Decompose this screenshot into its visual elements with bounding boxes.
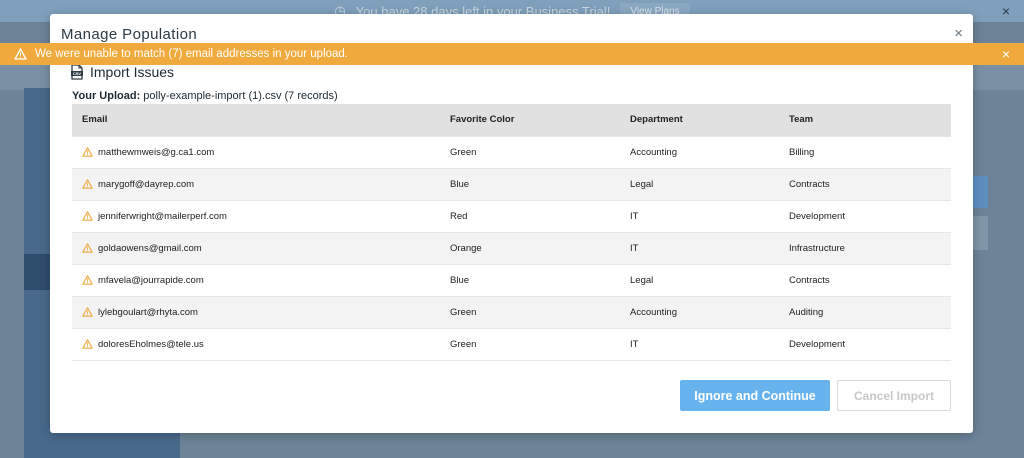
csv-document-icon: CSV	[70, 64, 84, 80]
table-row: jenniferwright@mailerperf.com Red IT Develo…	[72, 199, 951, 232]
warning-triangle-icon	[82, 339, 93, 349]
favorite-color-cell: Blue	[440, 263, 620, 296]
table-row: mfavela@jourrapide.com Blue Legal Contracts	[72, 263, 951, 296]
email-value: jenniferwright@mailerperf.com	[98, 210, 227, 222]
cancel-import-button[interactable]: Cancel Import	[837, 380, 951, 411]
favorite-color-cell: Red	[440, 199, 620, 232]
upload-filename: polly-example-import (1).csv (7 records)	[143, 90, 338, 102]
department-cell: Accounting	[620, 295, 779, 328]
email-value: goldaowens@gmail.com	[98, 242, 202, 254]
table-row: lylebgoulart@rhyta.com Green Accounting Aud…	[72, 295, 951, 328]
department-cell: IT	[620, 231, 779, 264]
table-row: doloresEholmes@tele.us Green IT Development	[72, 327, 951, 361]
svg-text:CSV: CSV	[73, 71, 82, 76]
team-cell: Development	[779, 199, 951, 232]
email-cell: lylebgoulart@rhyta.com	[72, 295, 440, 328]
warning-triangle-icon	[82, 307, 93, 317]
warning-triangle-icon	[82, 147, 93, 157]
manage-population-modal: Manage Population × CSV Import Issues Yo…	[50, 14, 973, 433]
column-header-email: Email	[72, 104, 440, 136]
close-icon[interactable]: ×	[954, 26, 963, 41]
email-value: doloresEholmes@tele.us	[98, 338, 204, 350]
ignore-and-continue-button[interactable]: Ignore and Continue	[680, 380, 830, 411]
upload-info: Your Upload: polly-example-import (1).cs…	[72, 90, 338, 102]
background-element	[972, 176, 988, 208]
warning-triangle-icon	[82, 243, 93, 253]
import-issues-table: Email Favorite Color Department Team mat…	[72, 104, 951, 361]
unmatched-emails-alert: We were unable to match (7) email addres…	[0, 43, 1024, 65]
email-value: matthewmweis@g.ca1.com	[98, 146, 215, 158]
favorite-color-cell: Green	[440, 295, 620, 328]
alert-message: We were unable to match (7) email addres…	[35, 48, 349, 60]
team-cell: Contracts	[779, 263, 951, 296]
email-cell: jenniferwright@mailerperf.com	[72, 199, 440, 232]
department-cell: Accounting	[620, 135, 779, 168]
modal-title: Manage Population	[61, 26, 198, 43]
table-header-row: Email Favorite Color Department Team	[72, 104, 951, 136]
favorite-color-cell: Green	[440, 327, 620, 361]
alert-close-icon[interactable]: ×	[1002, 46, 1010, 62]
warning-triangle-icon	[14, 48, 27, 60]
email-value: marygoff@dayrep.com	[98, 178, 195, 190]
favorite-color-cell: Green	[440, 135, 620, 168]
email-value: mfavela@jourrapide.com	[98, 274, 204, 286]
email-cell: goldaowens@gmail.com	[72, 231, 440, 264]
email-cell: marygoff@dayrep.com	[72, 167, 440, 200]
team-cell: Development	[779, 327, 951, 361]
table-row: goldaowens@gmail.com Orange IT Infrastructu…	[72, 231, 951, 264]
table-row: marygoff@dayrep.com Blue Legal Contracts	[72, 167, 951, 200]
favorite-color-cell: Orange	[440, 231, 620, 264]
department-cell: Legal	[620, 167, 779, 200]
department-cell: IT	[620, 199, 779, 232]
column-header-department: Department	[620, 104, 779, 136]
upload-label: Your Upload:	[72, 90, 141, 102]
department-cell: IT	[620, 327, 779, 361]
favorite-color-cell: Blue	[440, 167, 620, 200]
team-cell: Infrastructure	[779, 231, 951, 264]
import-issues-title: Import Issues	[90, 64, 175, 80]
column-header-team: Team	[779, 104, 951, 136]
column-header-favorite-color: Favorite Color	[440, 104, 620, 136]
department-cell: Legal	[620, 263, 779, 296]
email-value: lylebgoulart@rhyta.com	[98, 306, 198, 318]
team-cell: Billing	[779, 135, 951, 168]
close-icon: ×	[1001, 3, 1010, 19]
table-row: matthewmweis@g.ca1.com Green Accounting Bil…	[72, 135, 951, 168]
email-cell: matthewmweis@g.ca1.com	[72, 135, 440, 168]
warning-triangle-icon	[82, 179, 93, 189]
email-cell: mfavela@jourrapide.com	[72, 263, 440, 296]
import-issues-header: CSV Import Issues	[70, 64, 174, 80]
warning-triangle-icon	[82, 275, 93, 285]
team-cell: Contracts	[779, 167, 951, 200]
email-cell: doloresEholmes@tele.us	[72, 327, 440, 361]
warning-triangle-icon	[82, 211, 93, 221]
background-element	[972, 216, 988, 250]
team-cell: Auditing	[779, 295, 951, 328]
